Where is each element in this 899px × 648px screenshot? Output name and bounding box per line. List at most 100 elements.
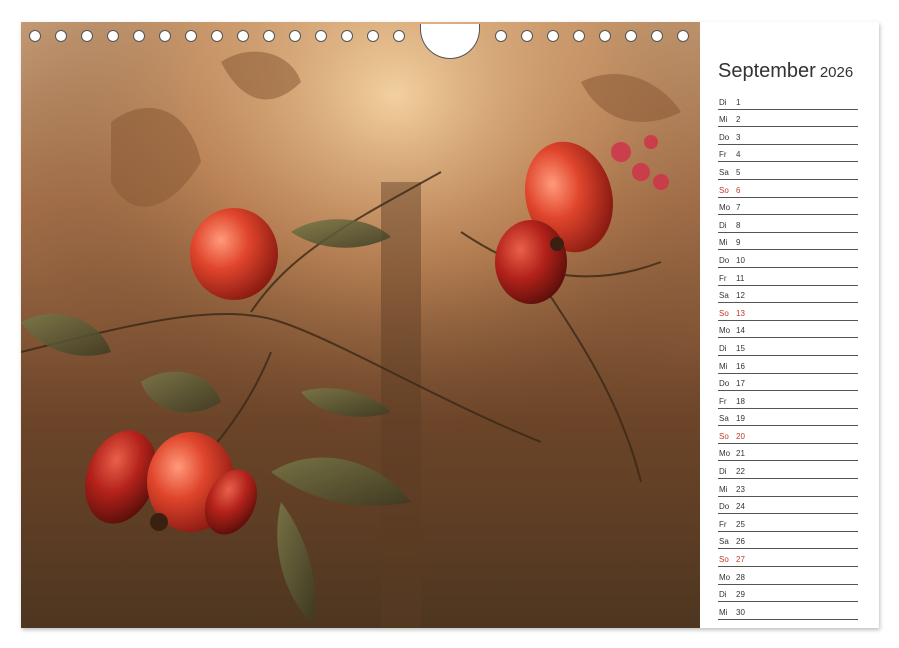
day-number: 10: [736, 255, 745, 265]
weekday-label: Di: [719, 590, 727, 600]
day-row: So 13: [718, 304, 858, 321]
rosehip-illustration: [21, 22, 700, 628]
day-number: 18: [736, 396, 745, 406]
day-row: Fr 18: [718, 392, 858, 409]
binding-ring: [367, 30, 379, 42]
day-row: Mo 21: [718, 445, 858, 462]
day-row: Di 22: [718, 462, 858, 480]
weekday-label: Sa: [719, 537, 729, 547]
calendar-page: September 2026 Di 1 Mi 2 Do 3 Fr 4 Sa 5 So 6 Mo 7 Di 8 Mi…: [21, 22, 879, 628]
day-row: Fr 11: [718, 269, 858, 286]
weekday-label: Do: [719, 379, 730, 389]
binding-ring: [55, 30, 67, 42]
weekday-label: Sa: [719, 414, 729, 424]
day-number: 26: [736, 537, 745, 547]
day-row: Di 8: [718, 216, 858, 233]
day-number: 15: [736, 343, 745, 353]
binding-ring: [81, 30, 93, 42]
month-header: September 2026: [718, 60, 853, 83]
binding-ring: [521, 30, 533, 42]
day-row: Di 15: [718, 339, 858, 356]
day-number: 29: [736, 590, 745, 600]
weekday-label: Mo: [719, 203, 731, 213]
weekday-label: Mo: [719, 572, 731, 582]
day-number: 6: [736, 185, 741, 195]
day-row: Sa 5: [718, 163, 858, 180]
binding-ring: [599, 30, 611, 42]
binding-ring: [237, 30, 249, 42]
binding-ring: [547, 30, 559, 42]
month-name: September: [718, 60, 816, 82]
weekday-label: Di: [719, 343, 727, 353]
binding-ring: [263, 30, 275, 42]
weekday-label: Do: [719, 132, 730, 142]
day-number: 28: [736, 572, 745, 582]
binding-ring: [289, 30, 301, 42]
day-row: Fr 25: [718, 515, 858, 532]
weekday-label: Mi: [719, 607, 728, 617]
binding-ring: [159, 30, 171, 42]
day-row: Fr 4: [718, 146, 858, 163]
day-row: Sa 19: [718, 410, 858, 427]
weekday-label: Fr: [719, 519, 727, 529]
day-number: 14: [736, 326, 745, 336]
day-row: Sa 12: [718, 287, 858, 304]
day-row: Sa 26: [718, 533, 858, 550]
binding-ring: [133, 30, 145, 42]
day-number: 19: [736, 414, 745, 424]
rosehip-photo: [21, 22, 700, 628]
weekday-label: Mi: [719, 484, 728, 494]
weekday-label: Sa: [719, 167, 729, 177]
day-number: 4: [736, 150, 741, 160]
day-row: Mi 30: [718, 603, 858, 620]
binding-ring: [677, 30, 689, 42]
weekday-label: Sa: [719, 291, 729, 301]
binding-ring: [341, 30, 353, 42]
day-row: Mo 14: [718, 322, 858, 339]
day-number: 25: [736, 519, 745, 529]
day-row: Mo 7: [718, 199, 858, 216]
binding-ring: [107, 30, 119, 42]
weekday-label: So: [719, 185, 729, 195]
day-row: So 27: [718, 550, 858, 568]
day-number: 1: [736, 97, 741, 107]
day-row: Do 3: [718, 128, 858, 145]
day-row: Do 10: [718, 251, 858, 268]
weekday-label: Do: [719, 502, 730, 512]
day-row: Do 17: [718, 375, 858, 392]
day-number: 22: [736, 467, 745, 477]
day-number: 7: [736, 203, 741, 213]
day-number: 8: [736, 220, 741, 230]
binding-ring: [315, 30, 327, 42]
day-number: 27: [736, 555, 745, 565]
day-number: 17: [736, 379, 745, 389]
binding-ring: [495, 30, 507, 42]
binding-ring: [625, 30, 637, 42]
binding-ring: [211, 30, 223, 42]
binding-ring: [29, 30, 41, 42]
day-row: Mi 16: [718, 357, 858, 374]
year: 2026: [819, 64, 854, 81]
weekday-label: Mo: [719, 449, 731, 459]
weekday-label: Fr: [719, 150, 727, 160]
day-number: 21: [736, 449, 745, 459]
weekday-label: Mo: [719, 326, 731, 336]
day-row: Mi 23: [718, 480, 858, 497]
day-number: 13: [736, 308, 745, 318]
day-row: Do 24: [718, 498, 858, 515]
day-row: Di 1: [718, 93, 858, 110]
day-number: 24: [736, 502, 745, 512]
weekday-label: Fr: [719, 396, 727, 406]
day-row: Mi 2: [718, 111, 858, 128]
day-number: 5: [736, 167, 741, 177]
calendar-panel: September 2026 Di 1 Mi 2 Do 3 Fr 4 Sa 5 So 6 Mo 7 Di 8 Mi…: [700, 22, 879, 628]
weekday-label: So: [719, 431, 729, 441]
day-number: 11: [736, 273, 745, 283]
day-number: 20: [736, 431, 745, 441]
day-number: 3: [736, 132, 741, 142]
day-row: Mo 28: [718, 568, 858, 585]
binding-ring: [185, 30, 197, 42]
day-number: 16: [736, 361, 745, 371]
day-row: So 6: [718, 181, 858, 198]
day-number: 2: [736, 115, 741, 125]
